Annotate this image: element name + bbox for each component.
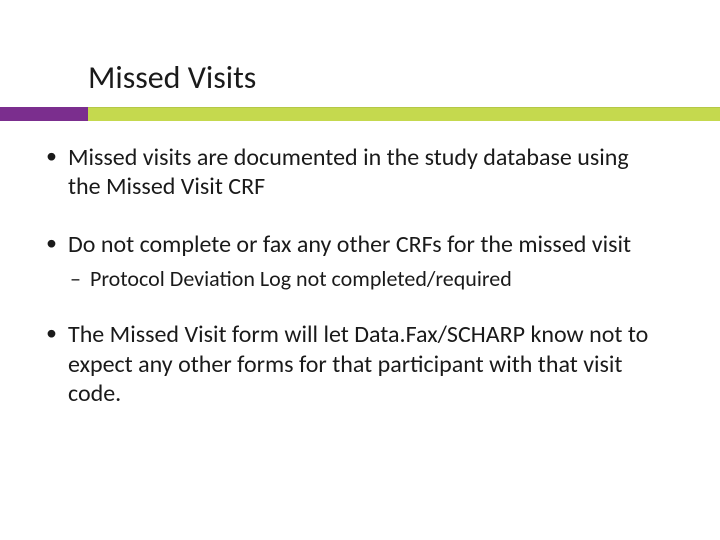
accent-bar (0, 107, 720, 121)
bullet-text: The Missed Visit form will let Data.Fax/… (68, 320, 648, 408)
bullet-list: Missed visits are documented in the stud… (42, 143, 666, 408)
bullet-item: Missed visits are documented in the stud… (42, 143, 666, 202)
sub-item: Protocol Deviation Log not completed/req… (68, 265, 666, 293)
slide-title: Missed Visits (88, 58, 720, 97)
bullet-item: The Missed Visit form will let Data.Fax/… (42, 320, 666, 408)
bullet-text: Do not complete or fax any other CRFs fo… (68, 230, 631, 259)
accent-purple (0, 107, 88, 121)
title-area: Missed Visits (0, 0, 720, 103)
sub-list: Protocol Deviation Log not completed/req… (68, 265, 666, 293)
sub-text: Protocol Deviation Log not completed/req… (90, 265, 512, 292)
bullet-item: Do not complete or fax any other CRFs fo… (42, 230, 666, 293)
content-area: Missed visits are documented in the stud… (0, 121, 720, 408)
bullet-text: Missed visits are documented in the stud… (68, 143, 629, 201)
accent-green (88, 107, 720, 121)
